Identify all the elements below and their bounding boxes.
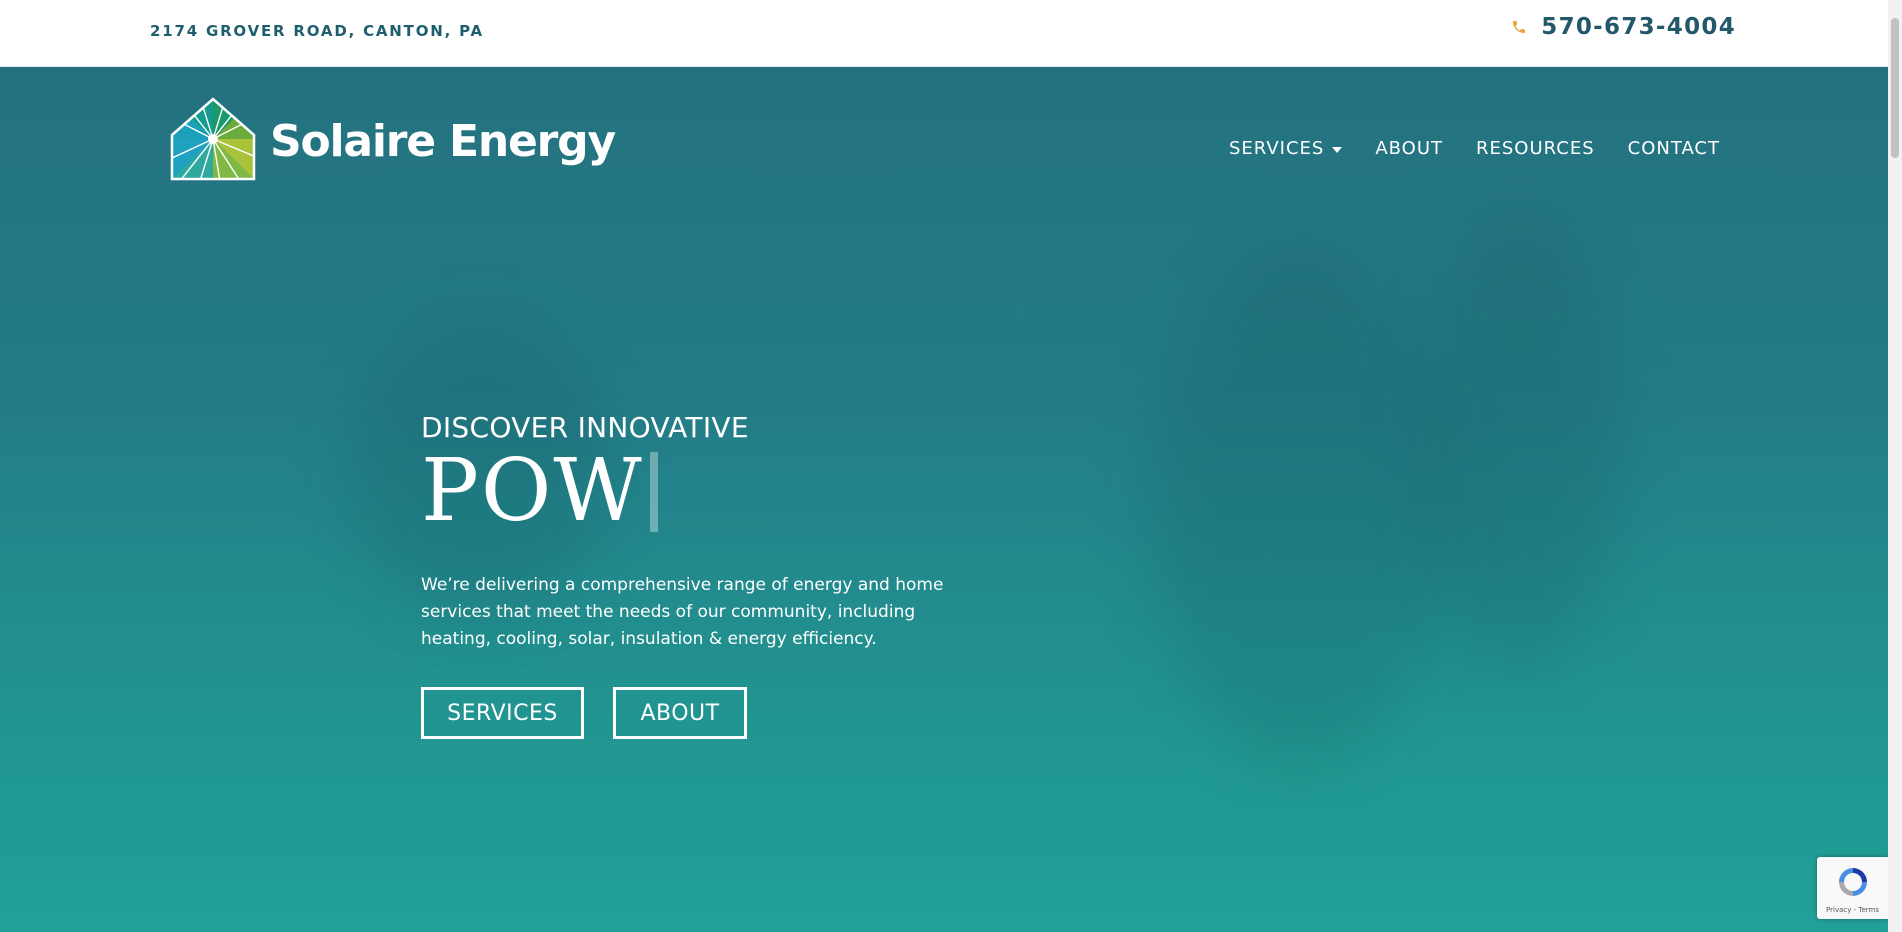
recaptcha-icon xyxy=(1835,864,1871,900)
services-button[interactable]: SERVICES xyxy=(421,687,584,739)
phone-icon xyxy=(1511,19,1527,35)
scrollbar-thumb[interactable] xyxy=(1891,18,1899,158)
hero-content: DISCOVER INNOVATIVE POW We’re delivering… xyxy=(421,411,981,739)
about-button[interactable]: ABOUT xyxy=(613,687,747,739)
scrollbar[interactable] xyxy=(1888,0,1902,932)
nav-resources[interactable]: RESOURCES xyxy=(1476,138,1595,159)
headline-row: POW xyxy=(421,446,981,536)
background-figure-shadow xyxy=(1150,247,1450,767)
house-sunburst-logo-icon xyxy=(170,97,256,186)
phone-link[interactable]: 570-673-4004 xyxy=(1511,14,1736,40)
hero-headline: POW xyxy=(421,441,644,541)
logo[interactable]: Solaire Energy xyxy=(170,97,616,186)
hero-eyebrow: DISCOVER INNOVATIVE xyxy=(421,411,749,444)
phone-number: 570-673-4004 xyxy=(1541,14,1736,40)
typing-cursor xyxy=(649,452,658,532)
recaptcha-links[interactable]: Privacy - Terms xyxy=(1817,906,1888,914)
hero-description: We’re delivering a comprehensive range o… xyxy=(421,575,944,649)
hero-section: Solaire Energy SERVICES ABOUT RESOURCES … xyxy=(0,67,1888,932)
recaptcha-badge[interactable]: Privacy - Terms xyxy=(1817,857,1888,919)
background-figure-shadow xyxy=(1420,217,1620,677)
nav-contact[interactable]: CONTACT xyxy=(1628,138,1720,159)
nav-about[interactable]: ABOUT xyxy=(1375,138,1443,159)
main-nav: SERVICES ABOUT RESOURCES CONTACT xyxy=(1229,138,1720,159)
logo-text: Solaire Energy xyxy=(270,116,616,167)
caret-down-icon xyxy=(1332,146,1343,153)
nav-services-label: SERVICES xyxy=(1229,138,1325,159)
nav-services[interactable]: SERVICES xyxy=(1229,138,1343,159)
top-bar: 2174 GROVER ROAD, CANTON, PA 570-673-400… xyxy=(0,0,1888,67)
hero-buttons: SERVICES ABOUT xyxy=(421,687,981,739)
address-text: 2174 GROVER ROAD, CANTON, PA xyxy=(150,22,484,40)
